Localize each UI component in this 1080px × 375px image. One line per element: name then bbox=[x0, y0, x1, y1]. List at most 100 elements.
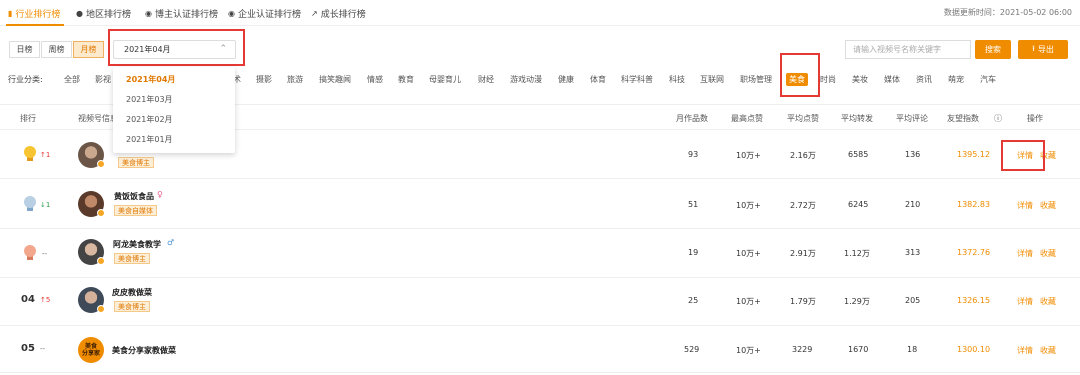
account-tag: 美食博主 bbox=[114, 301, 150, 312]
works-count: 529 bbox=[684, 345, 700, 354]
col-max-likes: 最高点赞 bbox=[731, 114, 763, 123]
friend-index: 1326.15 bbox=[957, 296, 991, 305]
highlight-box-month bbox=[108, 29, 245, 66]
col-avg-likes: 平均点赞 bbox=[787, 114, 819, 123]
account-name[interactable]: 黄饭饭食品 bbox=[114, 191, 154, 202]
category-item[interactable]: 职场管理 bbox=[740, 74, 772, 85]
collect-link[interactable]: 收藏 bbox=[1040, 200, 1056, 211]
col-avg-shares: 平均转发 bbox=[841, 114, 873, 123]
growth-chart-icon: ↗ bbox=[311, 8, 318, 18]
rank-change: ↑5 bbox=[40, 296, 51, 304]
period-day-button[interactable]: 日榜 bbox=[9, 41, 40, 58]
category-item[interactable]: 萌宠 bbox=[948, 74, 964, 85]
category-item[interactable]: 影视 bbox=[95, 74, 111, 85]
verified-badge-icon bbox=[97, 160, 105, 168]
works-count: 19 bbox=[688, 248, 699, 257]
avg-comments: 210 bbox=[905, 200, 921, 209]
category-item[interactable]: 健康 bbox=[558, 74, 574, 85]
rank-number: 04 bbox=[21, 294, 35, 305]
avg-shares: 1670 bbox=[848, 345, 869, 354]
bronze-medal-icon bbox=[24, 245, 36, 260]
tab-region-ranking[interactable]: ● 地区排行榜 bbox=[76, 6, 131, 20]
category-item[interactable]: 情感 bbox=[367, 74, 383, 85]
search-button[interactable]: 搜索 bbox=[975, 40, 1011, 59]
category-item[interactable]: 搞笑趣闻 bbox=[319, 74, 351, 85]
category-item[interactable]: 媒体 bbox=[884, 74, 900, 85]
update-time: 数据更新时间：2021-05-02 06:00 bbox=[943, 8, 1072, 17]
category-item[interactable]: 时尚 bbox=[820, 74, 836, 85]
category-item[interactable]: 游戏动漫 bbox=[510, 74, 542, 85]
month-dropdown: 2021年04月 2021年03月 2021年02月 2021年01月 bbox=[113, 67, 235, 153]
collect-link[interactable]: 收藏 bbox=[1040, 345, 1056, 356]
category-item[interactable]: 旅游 bbox=[287, 74, 303, 85]
detail-link[interactable]: 详情 bbox=[1017, 248, 1033, 259]
badge-icon: ◉ bbox=[145, 8, 152, 18]
col-index: 友望指数 bbox=[947, 114, 979, 123]
avg-comments: 205 bbox=[905, 296, 921, 305]
detail-link[interactable]: 详情 bbox=[1017, 200, 1033, 211]
month-option[interactable]: 2021年04月 bbox=[126, 74, 175, 85]
category-item[interactable]: 全部 bbox=[64, 74, 80, 85]
detail-link[interactable]: 详情 bbox=[1017, 296, 1033, 307]
max-likes: 10万+ bbox=[736, 201, 761, 210]
search-input[interactable]: 请输入视频号名称关键字 bbox=[845, 40, 971, 59]
upload-icon: ⭱ bbox=[1032, 43, 1035, 53]
works-count: 25 bbox=[688, 296, 699, 305]
max-likes: 10万+ bbox=[736, 297, 761, 306]
category-item[interactable]: 教育 bbox=[398, 74, 414, 85]
tab-blogger-cert-ranking[interactable]: ◉ 博主认证排行榜 bbox=[145, 6, 218, 20]
account-name[interactable]: 阿龙美食教学 bbox=[113, 239, 161, 250]
highlight-box-detail bbox=[1001, 140, 1045, 171]
category-item[interactable]: 汽车 bbox=[980, 74, 996, 85]
tab-growth-ranking[interactable]: ↗ 成长排行榜 bbox=[311, 6, 366, 20]
collect-link[interactable]: 收藏 bbox=[1040, 248, 1056, 259]
category-item[interactable]: 母婴育儿 bbox=[429, 74, 461, 85]
friend-index: 1372.76 bbox=[957, 248, 991, 257]
avg-shares: 6245 bbox=[848, 200, 869, 209]
category-item[interactable]: 财经 bbox=[478, 74, 494, 85]
category-item[interactable]: 体育 bbox=[590, 74, 606, 85]
month-option[interactable]: 2021年01月 bbox=[126, 134, 173, 145]
info-icon[interactable]: ⓘ bbox=[994, 113, 1002, 124]
max-likes: 10万+ bbox=[736, 249, 761, 258]
period-week-button[interactable]: 周榜 bbox=[41, 41, 72, 58]
table-row: -- 阿龙美食教学 ♂ 美食博主 19 10万+ 2.91万 1.12万 313… bbox=[0, 230, 1080, 278]
category-item[interactable]: 摄影 bbox=[256, 74, 272, 85]
avg-shares: 1.29万 bbox=[844, 297, 870, 306]
verified-badge-icon bbox=[97, 305, 105, 313]
avg-likes: 3229 bbox=[792, 345, 813, 354]
tab-enterprise-cert-ranking[interactable]: ◉ 企业认证排行榜 bbox=[228, 6, 301, 20]
col-avg-comments: 平均评论 bbox=[896, 114, 928, 123]
works-count: 93 bbox=[688, 150, 699, 159]
table-row: 05 -- 美食 分享家 美食分享家教做菜 529 10万+ 3229 1670… bbox=[0, 327, 1080, 373]
period-month-button[interactable]: 月榜 bbox=[73, 41, 104, 58]
friend-index: 1300.10 bbox=[957, 345, 991, 354]
category-item[interactable]: 美妆 bbox=[852, 74, 868, 85]
detail-link[interactable]: 详情 bbox=[1017, 345, 1033, 356]
category-item[interactable]: 资讯 bbox=[916, 74, 932, 85]
collect-link[interactable]: 收藏 bbox=[1040, 296, 1056, 307]
category-item[interactable]: 科技 bbox=[669, 74, 685, 85]
rank-number: 05 bbox=[21, 343, 35, 354]
rank-change: ↑1 bbox=[40, 151, 51, 159]
account-tag: 美食自媒体 bbox=[114, 205, 157, 216]
highlight-box-category bbox=[780, 53, 820, 97]
rank-change: -- bbox=[42, 250, 48, 258]
month-option[interactable]: 2021年03月 bbox=[126, 94, 173, 105]
verified-badge-icon bbox=[97, 257, 105, 265]
female-icon: ♀ bbox=[157, 190, 163, 199]
category-item[interactable]: 互联网 bbox=[700, 74, 724, 85]
export-button[interactable]: ⭱ 导出 bbox=[1018, 40, 1068, 59]
account-name[interactable]: 美食分享家教做菜 bbox=[112, 345, 176, 356]
rank-change: ↓1 bbox=[40, 201, 51, 209]
month-option[interactable]: 2021年02月 bbox=[126, 114, 173, 125]
tab-industry-ranking[interactable]: ▮ 行业排行榜 bbox=[8, 6, 60, 20]
rank-change: -- bbox=[40, 345, 46, 353]
account-name[interactable]: 皮皮教做菜 bbox=[112, 287, 152, 298]
col-rank: 排行 bbox=[20, 114, 36, 123]
max-likes: 10万+ bbox=[736, 346, 761, 355]
badge-icon: ◉ bbox=[228, 8, 235, 18]
category-item[interactable]: 科学科普 bbox=[621, 74, 653, 85]
avg-likes: 2.91万 bbox=[790, 249, 816, 258]
col-works: 月作品数 bbox=[676, 114, 708, 123]
